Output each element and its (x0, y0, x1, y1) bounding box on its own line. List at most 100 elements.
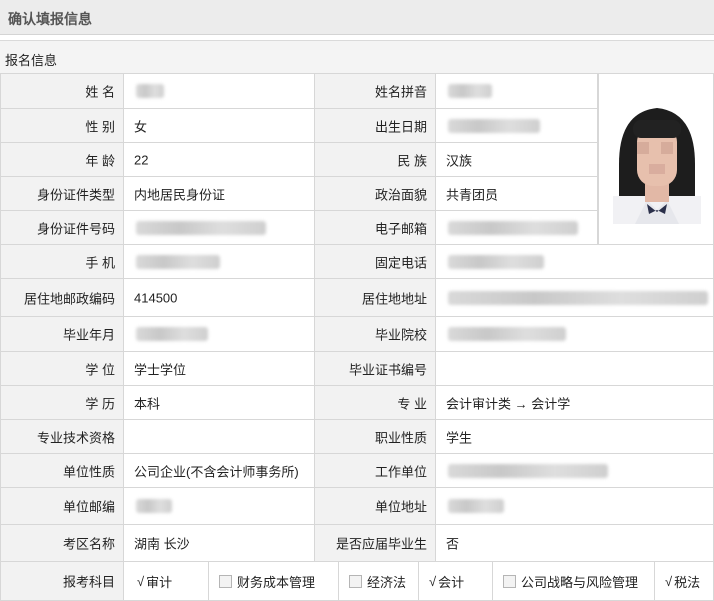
section-title: 报名信息 (0, 40, 714, 75)
field-value: 22 (123, 142, 315, 177)
redacted-value (448, 290, 708, 305)
field-value-text: 公司企业(不含会计师事务所) (134, 464, 299, 479)
field-label-text: 专 业 (397, 396, 427, 411)
field-label-text: 考区名称 (62, 536, 115, 552)
page-header: 确认填报信息 (0, 0, 714, 35)
subject-option[interactable]: √ 会计 (419, 562, 493, 600)
redacted-value (448, 220, 578, 235)
field-label: 毕业证书编号 (314, 351, 436, 386)
checkbox-icon[interactable] (349, 574, 362, 588)
field-label: 考区名称 (0, 524, 124, 562)
checkmark-icon: √ (665, 573, 673, 589)
field-value-text: 内地居民身份证 (134, 187, 226, 202)
subject-name: 财务成本管理 (237, 574, 316, 590)
field-label-text: 姓名拼音 (374, 84, 427, 100)
field-label: 专业技术资格 (0, 419, 124, 454)
field-label-text: 身份证件类型 (36, 187, 115, 202)
field-value-text: 会计审计类 → 会计学 (446, 396, 571, 411)
field-value (435, 244, 714, 279)
redacted-value (448, 463, 608, 478)
redacted-value (136, 220, 266, 235)
field-value (123, 316, 315, 352)
redacted-value (136, 254, 220, 269)
subject-option[interactable]: 经济法 (339, 562, 419, 600)
field-label: 年 龄 (0, 142, 124, 177)
field-label: 居住地邮政编码 (0, 278, 124, 317)
field-value: 湖南 长沙 (123, 524, 315, 562)
field-value-text: 22 (134, 152, 149, 167)
field-value: 内地居民身份证 (123, 176, 315, 211)
field-label-text: 电子邮箱 (374, 221, 427, 236)
field-value-text: 女 (134, 119, 148, 134)
field-value: 会计审计类 → 会计学 (435, 385, 714, 420)
field-label: 单位地址 (314, 487, 436, 525)
subject-option[interactable]: 公司战略与风险管理 (493, 562, 655, 600)
field-label-text: 单位邮编 (62, 499, 115, 515)
field-value (435, 453, 714, 488)
field-label: 职业性质 (314, 419, 436, 454)
redacted-value (448, 118, 540, 133)
field-label-text: 手 机 (85, 255, 115, 270)
field-value (435, 73, 598, 109)
field-value (435, 278, 714, 317)
checkmark-icon: √ (137, 573, 145, 589)
redacted-value (136, 499, 172, 513)
field-label: 学 位 (0, 351, 124, 386)
field-value (123, 419, 315, 454)
subject-option[interactable]: 财务成本管理 (209, 562, 339, 600)
photo-cell (598, 73, 714, 245)
field-label: 手 机 (0, 244, 124, 279)
subject-name: 审计 (146, 574, 173, 590)
field-value-text: 湖南 长沙 (134, 536, 190, 552)
field-label-text: 民 族 (397, 153, 427, 168)
field-value-text: 本科 (134, 396, 161, 411)
field-label-text: 单位性质 (62, 464, 115, 479)
field-value-text: 学生 (446, 430, 473, 445)
redacted-value (136, 84, 164, 98)
subject-name: 会计 (438, 574, 465, 590)
field-label-text: 居住地邮政编码 (23, 291, 115, 306)
page-title: 确认填报信息 (8, 11, 92, 27)
field-value: 学生 (435, 419, 714, 454)
field-label: 单位邮编 (0, 487, 124, 525)
applicant-photo (605, 92, 709, 224)
field-label: 身份证件号码 (0, 210, 124, 245)
field-value: 414500 (123, 278, 315, 317)
redacted-value (136, 327, 208, 341)
field-value: 汉族 (435, 142, 598, 177)
field-value (123, 210, 315, 245)
checkbox-icon[interactable] (219, 574, 232, 588)
field-value: 公司企业(不含会计师事务所) (123, 453, 315, 488)
field-label: 电子邮箱 (314, 210, 436, 245)
subjects-cell: √ 审计 财务成本管理 经济法 √ 会计 公司战略与风险管理 √ 税法 (123, 561, 714, 601)
field-value-text: 共青团员 (446, 187, 499, 202)
field-label-text: 姓 名 (85, 84, 115, 100)
field-label: 政治面貌 (314, 176, 436, 211)
field-label: 毕业院校 (314, 316, 436, 352)
field-label-text: 学 历 (85, 396, 115, 411)
field-value (435, 487, 714, 525)
redacted-value (448, 254, 544, 269)
field-label: 居住地地址 (314, 278, 436, 317)
field-label-text: 身份证件号码 (36, 221, 115, 236)
field-label-text: 性 别 (85, 119, 115, 134)
field-label-text: 出生日期 (374, 119, 427, 134)
field-label: 工作单位 (314, 453, 436, 488)
field-label: 专 业 (314, 385, 436, 420)
field-label-text: 单位地址 (374, 499, 427, 515)
subject-option[interactable]: √ 税法 (655, 562, 713, 600)
checkbox-icon[interactable] (503, 574, 516, 588)
subject-option[interactable]: √ 审计 (127, 562, 209, 600)
section-title-label: 报名信息 (5, 53, 58, 68)
field-value (435, 316, 714, 352)
field-value (123, 244, 315, 279)
field-value (123, 487, 315, 525)
field-value (435, 351, 714, 386)
field-label: 性 别 (0, 108, 124, 143)
field-label: 身份证件类型 (0, 176, 124, 211)
field-value: 女 (123, 108, 315, 143)
redacted-value (448, 84, 492, 98)
field-label-text: 专业技术资格 (36, 430, 115, 445)
field-value-text: 学士学位 (134, 362, 187, 377)
checkmark-icon: √ (429, 573, 437, 589)
